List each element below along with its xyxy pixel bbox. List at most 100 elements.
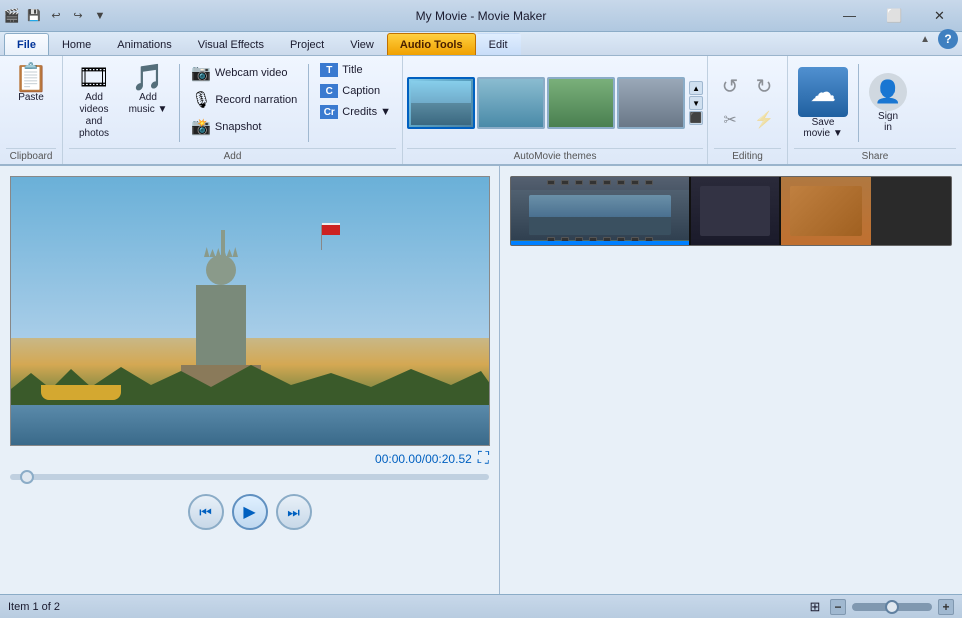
statusbar: Item 1 of 2 ⊞ − +	[0, 594, 962, 618]
snapshot-label: Snapshot	[215, 121, 261, 133]
film-clip-1[interactable]	[511, 177, 691, 245]
credits-label: Credits ▼	[342, 106, 391, 118]
step-forward-button[interactable]: ⏭	[276, 494, 312, 530]
themes-scroll: ▲ ▼ ⬛	[689, 81, 703, 125]
undo-button[interactable]: ↩	[46, 6, 66, 26]
add-videos-label: Add videosand photos	[72, 92, 116, 140]
tab-audio-tools[interactable]: Audio Tools	[387, 33, 476, 55]
record-narration-button[interactable]: 🎙 Record narration	[186, 87, 302, 113]
save-movie-button[interactable]: ☁ Savemovie ▼	[794, 63, 852, 143]
add-videos-button[interactable]: 🎞 Add videosand photos	[69, 60, 119, 144]
theme-2[interactable]	[477, 77, 545, 129]
share-section: ☁ Savemovie ▼ 👤 Signin Share	[788, 56, 962, 164]
theme-4[interactable]	[617, 77, 685, 129]
item-info: Item 1 of 2	[8, 601, 60, 613]
clipboard-section: 📋 Paste Clipboard	[0, 56, 63, 164]
add-music-label: Addmusic ▼	[129, 92, 168, 116]
credits-icon: Cr	[320, 105, 338, 119]
tab-view[interactable]: View	[337, 33, 387, 55]
caption-icon: C	[320, 84, 338, 98]
tab-project[interactable]: Project	[277, 33, 337, 55]
add-label: Add	[69, 148, 396, 162]
trim-button[interactable]: ✂	[714, 104, 746, 136]
credits-button[interactable]: Cr Credits ▼	[315, 102, 396, 122]
save-movie-label: Savemovie ▼	[803, 117, 842, 139]
clipboard-label: Clipboard	[6, 148, 56, 162]
film-clip-3[interactable]	[781, 177, 871, 245]
window-title: My Movie - Movie Maker	[416, 9, 547, 23]
minimize-button[interactable]: —	[827, 0, 872, 32]
title-button[interactable]: T Title	[315, 60, 396, 80]
redo-button[interactable]: ↪	[68, 6, 88, 26]
add-videos-icon: 🎞	[77, 64, 110, 90]
help-button[interactable]: ?	[938, 29, 958, 49]
preview-panel: 00:00.00/00:20.52 ⛶ ⏮ ▶ ⏭	[0, 166, 500, 594]
rotate-right-button[interactable]: ↻	[748, 70, 780, 102]
fit-view-button[interactable]: ⛶	[478, 450, 489, 468]
filmstrip	[510, 176, 952, 246]
snapshot-icon: 📸	[191, 117, 211, 137]
zoom-thumb[interactable]	[885, 600, 899, 614]
playback-controls: ⏮ ▶ ⏭	[10, 494, 489, 530]
share-divider	[858, 64, 859, 142]
tab-home[interactable]: Home	[49, 33, 104, 55]
video-preview	[10, 176, 490, 446]
zoom-slider[interactable]	[852, 603, 932, 611]
main-content: 00:00.00/00:20.52 ⛶ ⏮ ▶ ⏭	[0, 166, 962, 594]
share-label: Share	[794, 148, 956, 162]
themes-scroll-down[interactable]: ▼	[689, 96, 703, 110]
paste-button[interactable]: 📋 Paste	[6, 60, 56, 107]
play-button[interactable]: ▶	[232, 494, 268, 530]
storyboard-view-button[interactable]: ⊞	[806, 598, 824, 616]
user-icon: 👤	[869, 73, 907, 111]
time-value: 00:00.00/00:20.52	[375, 452, 472, 466]
ribbon-tabs: File Home Animations Visual Effects Proj…	[0, 32, 962, 56]
editing-label: Editing	[714, 148, 781, 162]
autothemes-label: AutoMovie themes	[407, 148, 703, 162]
title-icon: T	[320, 63, 338, 77]
quick-access-toolbar: 💾 ↩ ↪ ▼	[24, 6, 110, 26]
caption-button[interactable]: C Caption	[315, 81, 396, 101]
autothemes-section: ▲ ▼ ⬛ AutoMovie themes	[403, 56, 708, 164]
split-button[interactable]: ⚡	[748, 104, 780, 136]
caption-label: Caption	[342, 85, 380, 97]
section-divider-2	[308, 64, 309, 142]
rotate-left-button[interactable]: ↺	[714, 70, 746, 102]
webcam-label: Webcam video	[215, 67, 288, 79]
scrubber-bar	[10, 474, 489, 480]
record-narration-label: Record narration	[215, 94, 297, 106]
statusbar-left: Item 1 of 2	[8, 601, 60, 613]
tab-edit[interactable]: Edit	[476, 33, 521, 55]
tab-visual-effects[interactable]: Visual Effects	[185, 33, 277, 55]
text-options-stack: T Title C Caption Cr Credits ▼	[315, 60, 396, 122]
webcam-button[interactable]: 📷 Webcam video	[186, 60, 302, 86]
rewind-to-start-button[interactable]: ⏮	[188, 494, 224, 530]
app-icon: 🎬	[4, 8, 20, 24]
statusbar-right: ⊞ − +	[806, 598, 954, 616]
add-music-button[interactable]: 🎵 Addmusic ▼	[123, 60, 173, 120]
tab-file[interactable]: File	[4, 33, 49, 55]
film-clip-2[interactable]	[691, 177, 781, 245]
sprockets-top-1	[547, 180, 653, 185]
scrubber-track[interactable]	[10, 474, 489, 480]
time-display: 00:00.00/00:20.52 ⛶	[10, 450, 489, 468]
webcam-icon: 📷	[191, 63, 211, 83]
microphone-icon: 🎙	[191, 90, 211, 110]
theme-3[interactable]	[547, 77, 615, 129]
quick-save-button[interactable]: 💾	[24, 6, 44, 26]
section-divider	[179, 64, 180, 142]
snapshot-button[interactable]: 📸 Snapshot	[186, 114, 302, 140]
ribbon-collapse[interactable]: ▲	[920, 34, 930, 45]
tab-animations[interactable]: Animations	[104, 33, 184, 55]
maximize-button[interactable]: ⬜	[872, 0, 917, 32]
zoom-out-button[interactable]: −	[830, 599, 846, 615]
themes-scroll-more[interactable]: ⬛	[689, 111, 703, 125]
title-label: Title	[342, 64, 362, 76]
theme-1[interactable]	[407, 77, 475, 129]
scrubber-thumb[interactable]	[20, 470, 34, 484]
sign-in-button[interactable]: 👤 Signin	[865, 69, 911, 137]
zoom-in-button[interactable]: +	[938, 599, 954, 615]
themes-scroll-up[interactable]: ▲	[689, 81, 703, 95]
quick-access-dropdown[interactable]: ▼	[90, 6, 110, 26]
add-music-icon: 🎵	[132, 64, 164, 90]
